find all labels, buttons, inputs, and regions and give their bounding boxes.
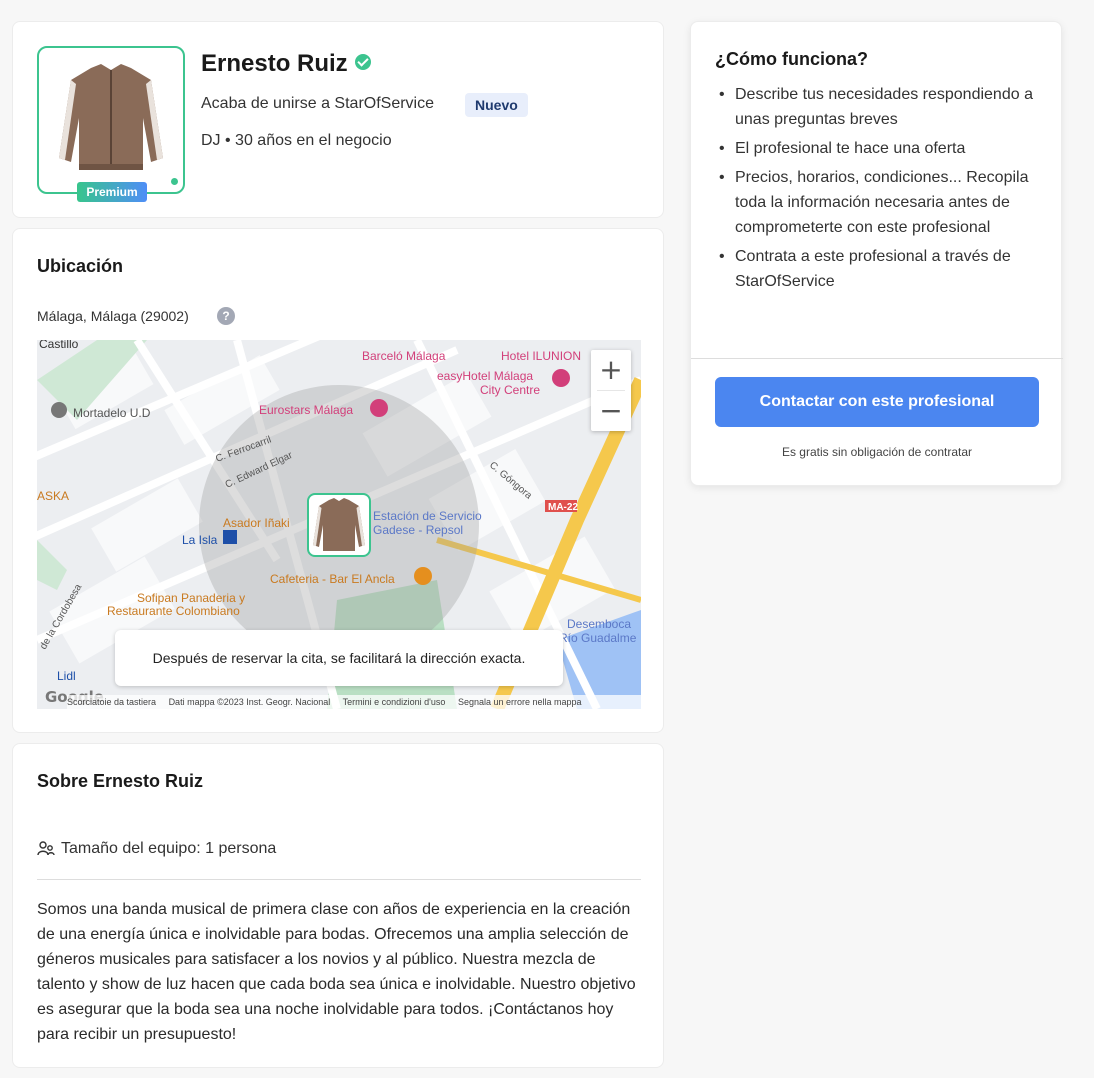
joined-text: Acaba de unirse a StarOfService (201, 95, 435, 112)
map-footer: Scorciatoie da tastiera Dati mappa ©2023… (67, 695, 641, 709)
svg-text:easyHotel Málaga: easyHotel Málaga (437, 369, 533, 383)
online-status-icon (169, 176, 180, 187)
svg-text:Barceló Málaga: Barceló Málaga (362, 349, 446, 363)
svg-text:MA-22: MA-22 (548, 502, 578, 513)
premium-badge: Premium (77, 182, 147, 202)
map-zoom-controls: + − (591, 350, 631, 431)
profile-name: Ernesto Ruiz (201, 50, 348, 77)
map-profile-pin[interactable] (307, 493, 371, 557)
how-it-works-title: ¿Cómo funciona? (715, 49, 868, 69)
svg-text:Estación de Servicio: Estación de Servicio (373, 509, 482, 523)
profile-card: Premium Ernesto Ruiz Acaba de unirse a S… (12, 21, 664, 218)
svg-text:Lidl: Lidl (57, 669, 76, 683)
how-step: El profesional te hace una oferta (715, 136, 1045, 161)
svg-text:Desemboca: Desemboca (567, 617, 631, 631)
jacket-image (313, 498, 365, 551)
svg-text:Castillo: Castillo (39, 340, 79, 351)
about-divider (37, 879, 641, 880)
help-icon[interactable]: ? (217, 307, 235, 325)
team-size-text: Tamaño del equipo: 1 persona (61, 840, 277, 857)
zoom-out-button[interactable]: − (591, 391, 631, 431)
map[interactable]: Castillo Barceló Málaga Hotel ILUNION ea… (37, 340, 641, 709)
verified-check-icon (355, 54, 371, 70)
svg-text:Eurostars Málaga: Eurostars Málaga (259, 403, 353, 417)
svg-text:Restaurante Colombiano: Restaurante Colombiano (107, 604, 240, 618)
about-title: Sobre Ernesto Ruiz (37, 771, 204, 791)
svg-text:City Centre: City Centre (480, 383, 540, 397)
svg-text:Cafeteria - Bar El Ancla: Cafeteria - Bar El Ancla (270, 572, 395, 586)
jacket-image (59, 64, 163, 170)
map-footer-data: Dati mappa ©2023 Inst. Geogr. Nacional (168, 697, 331, 707)
free-note: Es gratis sin obligación de contratar (781, 445, 973, 459)
location-address: Málaga, Málaga (29002) (37, 308, 189, 324)
svg-text:Sofipan Panaderia y: Sofipan Panaderia y (137, 591, 245, 605)
profile-avatar[interactable]: Premium (37, 46, 185, 202)
map-footer-report[interactable]: Segnala un errore nella mappa (458, 697, 582, 707)
how-it-works-list: Describe tus necesidades respondiendo a … (715, 82, 1045, 298)
location-title: Ubicación (37, 256, 124, 276)
svg-text:ASKA: ASKA (37, 489, 69, 503)
svg-text:Mortadelo U.D: Mortadelo U.D (73, 406, 151, 420)
about-card: Sobre Ernesto Ruiz Tamaño del equipo: 1 … (12, 743, 664, 1068)
map-footer-shortcuts[interactable]: Scorciatoie da tastiera (67, 697, 156, 707)
how-it-works-card: ¿Cómo funciona? Describe tus necesidades… (690, 21, 1063, 486)
team-icon (37, 841, 55, 856)
about-description: Somos una banda musical de primera clase… (37, 901, 636, 1043)
svg-text:Gadese - Repsol: Gadese - Repsol (373, 523, 463, 537)
zoom-in-button[interactable]: + (591, 350, 631, 390)
svg-text:Hotel ILUNION: Hotel ILUNION (501, 349, 581, 363)
how-step: Precios, horarios, condiciones... Recopi… (715, 165, 1045, 240)
map-address-note: Después de reservar la cita, se facilita… (115, 630, 563, 686)
svg-text:La Isla: La Isla (182, 533, 218, 547)
how-divider (691, 358, 1063, 359)
map-footer-terms[interactable]: Termini e condizioni d'uso (343, 697, 446, 707)
location-card: Ubicación Málaga, Málaga (29002) ? Casti… (12, 228, 664, 733)
how-step: Describe tus necesidades respondiendo a … (715, 82, 1045, 132)
contact-button[interactable]: Contactar con este profesional (715, 377, 1039, 427)
new-badge: Nuevo (465, 93, 528, 117)
how-step: Contrata a este profesional a través de … (715, 244, 1045, 294)
category-text: DJ • 30 años en el negocio (201, 132, 392, 149)
team-size-row: Tamaño del equipo: 1 persona (37, 840, 276, 858)
svg-text:Asador Iñaki: Asador Iñaki (223, 516, 290, 530)
svg-text:Río Guadalme: Río Guadalme (559, 631, 637, 645)
